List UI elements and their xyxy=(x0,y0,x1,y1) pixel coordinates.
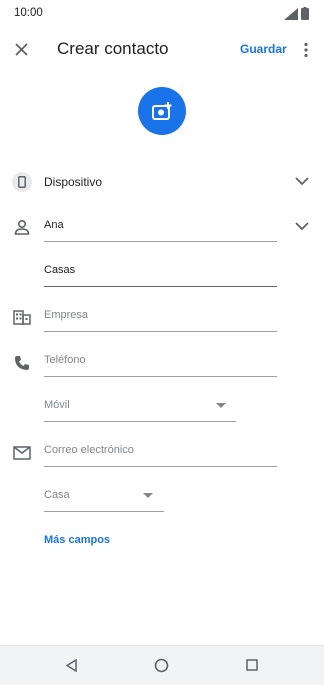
chevron-down-icon[interactable] xyxy=(295,222,309,231)
navigation-bar xyxy=(0,645,324,685)
status-time: 10:00 xyxy=(14,7,43,19)
person-icon xyxy=(14,219,30,235)
add-photo-button[interactable] xyxy=(138,87,186,135)
save-button[interactable]: Guardar xyxy=(240,42,287,56)
add-photo-icon xyxy=(152,102,172,120)
last-name-field[interactable]: Casas xyxy=(44,256,277,287)
first-name-value: Ana xyxy=(44,219,64,231)
phone-field[interactable]: Teléfono xyxy=(44,346,277,377)
email-field[interactable]: Correo electrónico xyxy=(44,436,277,467)
phone-type-dropdown[interactable]: Móvil xyxy=(44,391,236,422)
home-nav-icon[interactable] xyxy=(154,658,169,673)
last-name-value: Casas xyxy=(44,264,76,276)
email-type-dropdown[interactable]: Casa xyxy=(44,481,164,512)
account-label[interactable]: Dispositivo xyxy=(44,175,102,189)
phone-placeholder: Teléfono xyxy=(44,354,86,366)
first-name-field[interactable]: Ana xyxy=(44,211,277,242)
company-placeholder: Empresa xyxy=(44,309,89,321)
dropdown-arrow-icon xyxy=(216,403,226,408)
account-avatar xyxy=(12,172,32,192)
chevron-down-icon[interactable] xyxy=(295,177,309,186)
more-fields-link[interactable]: Más campos xyxy=(44,534,110,546)
call-icon xyxy=(15,356,29,370)
signal-icon xyxy=(284,8,298,20)
phone-device-icon xyxy=(18,176,26,188)
email-icon xyxy=(13,446,31,460)
dropdown-arrow-icon xyxy=(143,493,153,498)
more-vert-icon[interactable] xyxy=(303,42,309,58)
phone-type-value: Móvil xyxy=(44,399,70,411)
page-title: Crear contacto xyxy=(57,39,169,58)
business-icon xyxy=(13,310,31,325)
back-nav-icon[interactable] xyxy=(66,659,77,672)
recents-nav-icon[interactable] xyxy=(246,659,258,671)
email-type-value: Casa xyxy=(44,489,70,501)
close-icon[interactable] xyxy=(15,43,28,56)
battery-icon xyxy=(301,7,309,20)
status-bar: 10:00 xyxy=(0,0,324,28)
company-field[interactable]: Empresa xyxy=(44,301,277,332)
email-placeholder: Correo electrónico xyxy=(44,444,134,456)
